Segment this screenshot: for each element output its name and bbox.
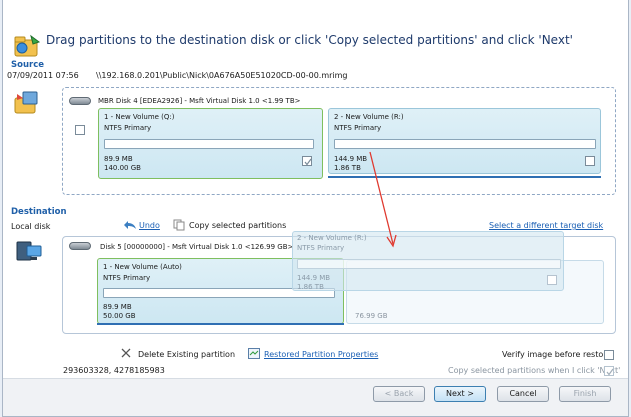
source-disk-checkbox[interactable] <box>75 125 85 135</box>
source-date: 07/09/2011 07:56 <box>7 71 79 80</box>
source-disk-info: MBR Disk 4 [EDEA2926] - Msft Virtual Dis… <box>98 97 301 105</box>
verify-image-label: Verify image before restore <box>502 350 612 359</box>
destination-label: Destination <box>11 207 67 217</box>
partition-checkbox[interactable] <box>585 156 595 166</box>
checkmark-icon <box>606 368 614 376</box>
partition-name: 1 - New Volume (Auto) <box>103 263 182 271</box>
partition-underline <box>97 323 344 325</box>
properties-icon <box>248 348 260 359</box>
partition-total: 140.00 GB <box>104 164 141 172</box>
partition-type: NTFS Primary <box>104 124 152 132</box>
cancel-button[interactable]: Cancel <box>497 386 549 402</box>
restored-partition-properties-link[interactable]: Restored Partition Properties <box>264 350 378 359</box>
page-title: Drag partitions to the destination disk … <box>46 33 573 47</box>
ghost-name: 2 - New Volume (R:) <box>297 234 367 242</box>
destination-disk-icon <box>69 242 91 250</box>
partition-type: NTFS Primary <box>103 274 151 282</box>
partition-name: 1 - New Volume (Q:) <box>104 113 175 121</box>
delete-partition-button[interactable]: Delete Existing partition <box>138 350 235 359</box>
computer-icon <box>16 241 42 261</box>
destination-disk-info: Disk 5 [00000000] - Msft Virtual Disk 1.… <box>100 243 294 251</box>
local-disk-label: Local disk <box>11 222 51 231</box>
verify-image-checkbox[interactable] <box>604 350 614 360</box>
free-space-size: 76.99 GB <box>355 312 388 320</box>
next-button[interactable]: Next > <box>434 386 486 402</box>
select-target-disk-link[interactable]: Select a different target disk <box>489 221 603 230</box>
delete-x-icon[interactable] <box>121 348 131 358</box>
copy-selected-partitions-button[interactable]: Copy selected partitions <box>189 221 286 230</box>
copy-when-next-checkbox[interactable] <box>604 366 614 376</box>
copy-icon <box>173 219 185 231</box>
back-button[interactable]: < Back <box>373 386 425 402</box>
partition-type: NTFS Primary <box>334 124 382 132</box>
drag-arrow-icon <box>369 151 397 248</box>
partition-checkbox-checked[interactable] <box>302 156 312 166</box>
partition-used: 89.9 MB <box>104 155 133 163</box>
undo-icon[interactable] <box>123 220 137 230</box>
ghost-used: 144.9 MB <box>297 274 331 282</box>
source-partition-q[interactable]: 1 - New Volume (Q:) NTFS Primary 89.9 MB… <box>98 108 323 179</box>
disk-ids: 293603328, 4278185983 <box>63 366 165 375</box>
wizard-folder-icon <box>14 34 41 57</box>
restore-wizard-window: Drag partitions to the destination disk … <box>2 0 629 417</box>
ghost-checkbox <box>547 275 557 285</box>
partition-total: 1.86 TB <box>334 164 361 172</box>
source-label: Source <box>11 60 45 70</box>
ghost-usage-bar <box>297 259 561 269</box>
partition-used: 89.9 MB <box>103 303 132 311</box>
dragged-partition-ghost[interactable]: 2 - New Volume (R:) NTFS Primary 144.9 M… <box>292 231 564 291</box>
ghost-total: 1.86 TB <box>297 283 324 291</box>
copy-when-next-label: Copy selected partitions when I click 'N… <box>448 366 621 375</box>
partition-total: 50.00 GB <box>103 312 136 320</box>
ghost-type: NTFS Primary <box>297 244 345 252</box>
image-file-icon <box>14 91 38 114</box>
partition-name: 2 - New Volume (R:) <box>334 113 404 121</box>
checkmark-icon <box>304 158 312 166</box>
source-path: \\192.168.0.201\Public\Nick\0A676A50E510… <box>96 71 348 80</box>
undo-link[interactable]: Undo <box>139 221 160 230</box>
source-disk-icon <box>69 97 91 105</box>
usage-bar <box>104 139 314 149</box>
finish-button[interactable]: Finish <box>559 386 611 402</box>
